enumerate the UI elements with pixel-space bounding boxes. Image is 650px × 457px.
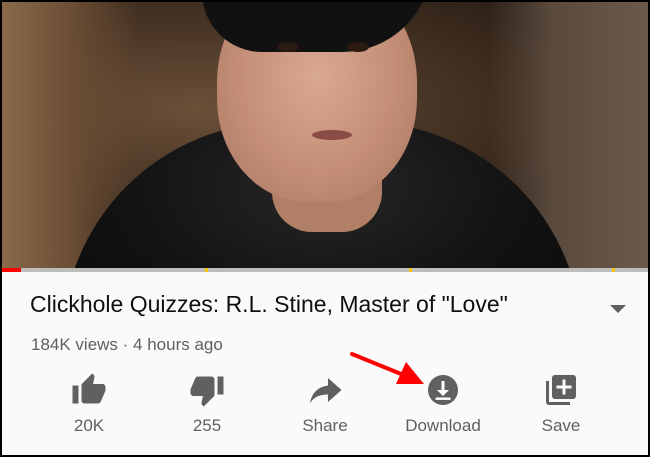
- save-button[interactable]: Save: [506, 372, 616, 447]
- progress-played: [2, 268, 22, 272]
- download-label: Download: [405, 416, 481, 435]
- video-meta: 184K views · 4 hours ago: [31, 335, 223, 354]
- thumbs-up-icon: [72, 373, 106, 404]
- video-player[interactable]: [2, 2, 648, 268]
- expand-description-chevron-icon[interactable]: [610, 305, 626, 313]
- like-count: 20K: [73, 416, 105, 435]
- save-to-playlist-icon: [546, 375, 576, 405]
- share-label: Share: [302, 416, 348, 435]
- screenshot-frame: Clickhole Quizzes: R.L. Stine, Master of…: [0, 0, 650, 457]
- chapter-marker: [205, 268, 209, 272]
- save-label: Save: [541, 416, 581, 435]
- like-button[interactable]: 20K: [34, 372, 144, 447]
- share-icon: [310, 378, 342, 404]
- video-person-mouth: [312, 130, 352, 140]
- annotation-arrow-icon: [350, 352, 424, 384]
- action-bar: 20K 255 Share Download Save: [2, 372, 648, 452]
- video-person-eye: [277, 42, 299, 52]
- video-title: Clickhole Quizzes: R.L. Stine, Master of…: [30, 291, 508, 317]
- thumbs-down-icon: [190, 376, 224, 407]
- video-progress-bar[interactable]: [2, 268, 648, 272]
- dislike-button[interactable]: 255: [152, 372, 262, 447]
- video-person-eye: [347, 42, 369, 52]
- chapter-marker: [408, 268, 412, 272]
- download-icon: [428, 375, 458, 405]
- chapter-marker: [612, 268, 616, 272]
- dislike-count: 255: [192, 416, 222, 435]
